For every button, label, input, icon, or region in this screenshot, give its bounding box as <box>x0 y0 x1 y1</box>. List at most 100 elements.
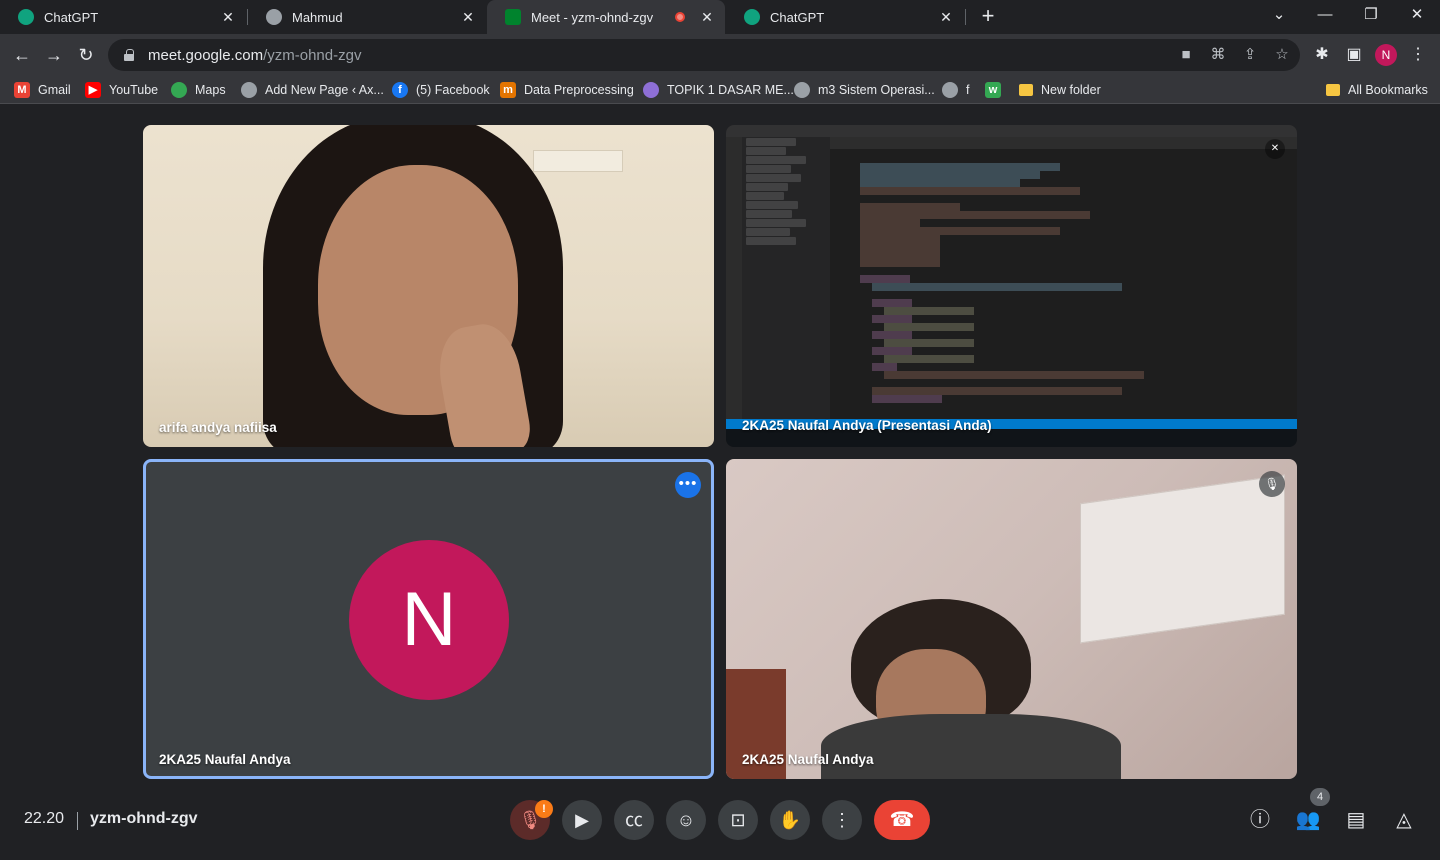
presentation-tile[interactable]: ✕ 2KA25 Naufal Andya (Presentasi Anda) <box>726 125 1297 447</box>
tab-mahmud[interactable]: Mahmud ✕ <box>248 0 486 34</box>
mic-off-icon: ✕ <box>1265 139 1285 159</box>
bookmark-topik[interactable]: TOPIK 1 DASAR ME... <box>643 81 794 99</box>
code-line <box>860 243 940 251</box>
tab-chatgpt-2[interactable]: ChatGPT ✕ <box>726 0 964 34</box>
tab-strip: ChatGPT ✕ Mahmud ✕ Meet - yzm-ohnd-zgv ✕… <box>0 0 1440 34</box>
captions-button[interactable]: ㏄ <box>614 800 654 840</box>
meeting-time: 22.20 <box>24 810 65 827</box>
explorer-row <box>746 219 806 227</box>
participant-name: arifa andya nafiisa <box>159 420 277 435</box>
back-button[interactable]: ← <box>10 43 34 67</box>
meet-icon <box>505 9 521 25</box>
bookmark-label: Add New Page ‹ Ax... <box>265 83 384 97</box>
tab-search-button[interactable]: ⌄ <box>1256 0 1302 34</box>
explorer-row <box>746 237 796 245</box>
people-icon[interactable]: 👥 <box>1295 807 1321 833</box>
address-bar[interactable]: meet.google.com/yzm-ohnd-zgv ■ ⌘ ⇪ ☆ <box>108 39 1300 71</box>
bookmark-maps[interactable]: Maps <box>171 81 226 99</box>
code-line <box>884 307 974 315</box>
code-line <box>860 275 910 283</box>
profile-avatar[interactable]: N <box>1375 44 1397 66</box>
globe-icon <box>241 82 257 98</box>
participants-count-badge: 4 <box>1310 788 1330 806</box>
menu-icon[interactable]: ⋮ <box>1406 43 1430 67</box>
meeting-details-icon[interactable]: ⓘ <box>1247 807 1273 833</box>
shared-screen-titlebar <box>726 125 1297 137</box>
share-icon[interactable]: ⇪ <box>1240 45 1260 65</box>
shared-screen-activity-bar <box>726 137 742 429</box>
bookmark-label: YouTube <box>109 83 159 97</box>
present-screen-button[interactable]: ⊡ <box>718 800 758 840</box>
code-line <box>884 355 974 363</box>
explorer-row <box>746 165 791 173</box>
activities-icon[interactable]: ◬ <box>1391 807 1417 833</box>
side-panel-icon[interactable]: ▣ <box>1342 43 1366 67</box>
bookmark-label: (5) Facebook <box>416 83 490 97</box>
all-bookmarks[interactable]: All Bookmarks <box>1326 81 1428 99</box>
lock-icon[interactable] <box>124 49 134 61</box>
participant-video-body <box>821 714 1121 779</box>
reload-button[interactable]: ↻ <box>74 43 98 67</box>
new-tab-button[interactable]: + <box>976 5 1000 29</box>
raise-hand-button[interactable]: ✋ <box>770 800 810 840</box>
participant-tile-naufal[interactable]: 🎙 2KA25 Naufal Andya <box>726 459 1297 779</box>
divider <box>77 812 78 830</box>
close-window-button[interactable]: ✕ <box>1394 0 1440 34</box>
gmail-icon: M <box>14 82 30 98</box>
code-line <box>860 163 1060 171</box>
forward-button[interactable]: → <box>42 43 66 67</box>
restore-button[interactable]: ❐ <box>1348 0 1394 34</box>
bookmark-new-folder[interactable]: New folder <box>1019 81 1101 99</box>
translate-icon[interactable]: ⌘ <box>1208 45 1228 65</box>
bookmark-f[interactable]: f <box>942 81 969 99</box>
explorer-row <box>746 138 796 146</box>
close-icon[interactable]: ✕ <box>938 9 954 25</box>
medium-icon: m <box>500 82 516 98</box>
bookmark-facebook[interactable]: f (5) Facebook <box>392 81 490 99</box>
tab-title: Mahmud <box>292 9 343 25</box>
bookmark-gmail[interactable]: M Gmail <box>14 81 71 99</box>
facebook-icon: f <box>392 82 408 98</box>
recording-indicator-icon <box>675 12 685 22</box>
bookmark-label: TOPIK 1 DASAR ME... <box>667 83 794 97</box>
tab-chatgpt-1[interactable]: ChatGPT ✕ <box>0 0 246 34</box>
bookmark-label: All Bookmarks <box>1348 83 1428 97</box>
more-options-button[interactable]: ⋮ <box>822 800 862 840</box>
campus-icon <box>643 82 659 98</box>
explorer-row <box>746 183 788 191</box>
shared-screen-code <box>830 161 1297 419</box>
bookmark-w[interactable]: w <box>985 81 1009 99</box>
bookmark-add-new-page[interactable]: Add New Page ‹ Ax... <box>241 81 384 99</box>
code-line <box>860 259 940 267</box>
tab-meet[interactable]: Meet - yzm-ohnd-zgv ✕ <box>487 0 725 34</box>
explorer-row <box>746 174 801 182</box>
emoji-reaction-button[interactable]: ☺ <box>666 800 706 840</box>
url-host: meet.google.com <box>148 46 264 64</box>
mic-off-icon: 🎙 <box>1259 471 1285 497</box>
code-line <box>860 219 920 227</box>
close-icon[interactable]: ✕ <box>460 9 476 25</box>
explorer-row <box>746 192 784 200</box>
bookmark-m3-sistem[interactable]: m3 Sistem Operasi... <box>794 81 935 99</box>
bookmark-data-preprocessing[interactable]: m Data Preprocessing <box>500 81 634 99</box>
star-icon[interactable]: ☆ <box>1272 45 1292 65</box>
leave-call-button[interactable]: ☎ <box>874 800 930 840</box>
chatgpt-icon <box>18 9 34 25</box>
participant-tile-self[interactable]: ••• N 2KA25 Naufal Andya <box>143 459 714 779</box>
explorer-row <box>746 156 806 164</box>
camera-icon[interactable]: ■ <box>1176 45 1196 65</box>
code-line <box>872 331 912 339</box>
bookmark-youtube[interactable]: ▶ YouTube <box>85 81 158 99</box>
camera-button[interactable]: ▶ <box>562 800 602 840</box>
more-options-button[interactable]: ••• <box>675 472 701 498</box>
extensions-icon[interactable]: ✱ <box>1310 43 1334 67</box>
close-icon[interactable]: ✕ <box>220 9 236 25</box>
folder-icon <box>1326 84 1340 96</box>
globe-icon <box>942 82 958 98</box>
globe-icon <box>266 9 282 25</box>
chat-icon[interactable]: ▤ <box>1343 807 1369 833</box>
bookmark-label: f <box>966 83 970 97</box>
close-icon[interactable]: ✕ <box>699 9 715 25</box>
participant-tile-arifa[interactable]: arifa andya nafiisa <box>143 125 714 447</box>
minimize-button[interactable]: — <box>1302 0 1348 34</box>
